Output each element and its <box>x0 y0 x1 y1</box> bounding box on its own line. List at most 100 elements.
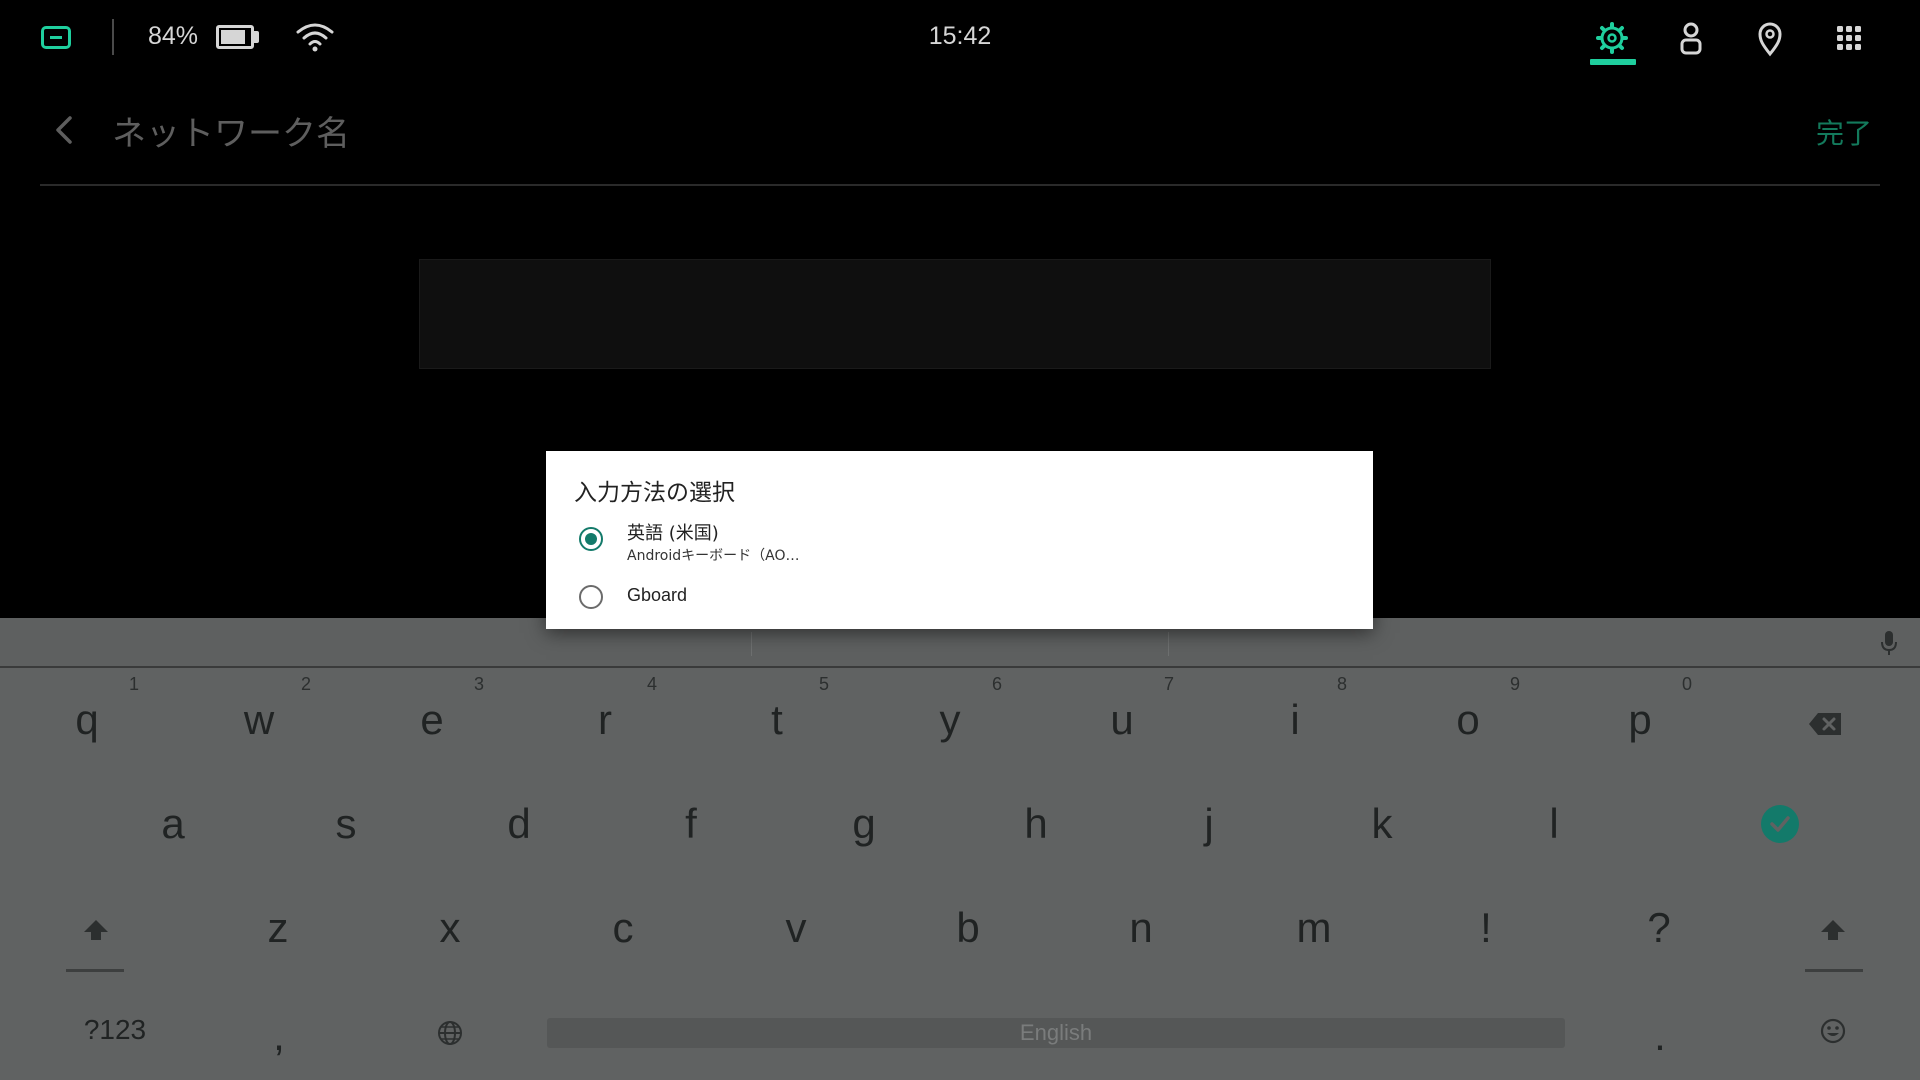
key-hint: 1 <box>128 674 139 694</box>
backspace-icon[interactable] <box>1808 712 1842 736</box>
back-arrow-icon[interactable] <box>48 110 80 150</box>
key-r[interactable]: r4 <box>545 674 665 760</box>
shift-icon[interactable] <box>1819 918 1847 942</box>
key-s[interactable]: s <box>286 784 406 864</box>
key-b[interactable]: b <box>908 888 1028 968</box>
key-label: s <box>335 800 357 847</box>
key-hint: 3 <box>473 674 484 694</box>
key-t[interactable]: t5 <box>717 674 837 760</box>
option-label: 英語 (米国) <box>627 523 719 544</box>
key-label: ? <box>1647 904 1671 951</box>
key-label: w <box>243 696 275 743</box>
space-bar[interactable]: English <box>547 1018 1565 1048</box>
key-label: n <box>1129 904 1153 951</box>
done-button[interactable]: 完了 <box>1816 112 1872 152</box>
key-label: u <box>1110 696 1134 743</box>
key-c[interactable]: c <box>563 888 683 968</box>
suggestion-divider <box>1168 632 1169 656</box>
key-label: . <box>1654 1012 1666 1059</box>
dialog-title: 入力方法の選択 <box>574 480 735 506</box>
person-icon[interactable] <box>1671 18 1711 58</box>
suggestion-divider <box>751 632 752 656</box>
key-v[interactable]: v <box>736 888 856 968</box>
input-method-option-gboard[interactable]: Gboard <box>546 575 1373 623</box>
key-p[interactable]: p0 <box>1580 674 1700 760</box>
key-label: c <box>612 904 634 951</box>
key-m[interactable]: m <box>1254 888 1374 968</box>
key-label: x <box>439 904 461 951</box>
emoji-icon[interactable] <box>1820 1018 1846 1044</box>
key-label: i <box>1290 696 1300 743</box>
key-label: k <box>1371 800 1393 847</box>
app-header: ネットワーク名 完了 <box>40 74 1880 186</box>
radio-selected[interactable] <box>579 527 603 551</box>
key-a[interactable]: a <box>113 784 233 864</box>
key-label: o <box>1456 696 1480 743</box>
key-label: f <box>685 800 697 847</box>
page-title: ネットワーク名 <box>112 114 350 154</box>
enter-check-icon[interactable] <box>1760 804 1800 844</box>
clock: 15:42 <box>928 22 992 50</box>
key-label: b <box>956 904 980 951</box>
key-question[interactable]: ? <box>1599 888 1719 968</box>
key-q[interactable]: q1 <box>27 674 147 760</box>
key-g[interactable]: g <box>804 784 924 864</box>
key-label: p <box>1628 696 1652 743</box>
key-label: y <box>939 696 961 743</box>
key-k[interactable]: k <box>1322 784 1442 864</box>
location-pin-icon[interactable] <box>1750 18 1790 58</box>
key-h[interactable]: h <box>976 784 1096 864</box>
gear-icon[interactable] <box>1592 18 1632 58</box>
symbols-key[interactable]: ?123 <box>60 1014 170 1046</box>
globe-icon[interactable] <box>437 1020 463 1046</box>
key-hint: 9 <box>1509 674 1520 694</box>
shift-underline <box>1805 969 1863 972</box>
key-label: d <box>507 800 531 847</box>
input-method-option-english[interactable]: 英語 (米国) Androidキーボード（AO… <box>546 513 1373 573</box>
key-z[interactable]: z <box>218 888 338 968</box>
soft-keyboard: q1 w2 e3 r4 t5 y6 u7 i8 o9 p0 a s d f g … <box>0 618 1920 1080</box>
key-w[interactable]: w2 <box>199 674 319 760</box>
key-i[interactable]: i8 <box>1235 674 1355 760</box>
key-n[interactable]: n <box>1081 888 1201 968</box>
key-hint: 0 <box>1681 674 1692 694</box>
status-bar: 84% 15:42 <box>0 0 1920 74</box>
key-label: a <box>161 800 185 847</box>
key-u[interactable]: u7 <box>1062 674 1182 760</box>
shift-underline <box>66 969 124 972</box>
key-label: g <box>852 800 876 847</box>
key-f[interactable]: f <box>631 784 751 864</box>
option-sublabel: Androidキーボード（AO… <box>627 548 800 564</box>
key-label: r <box>598 696 612 743</box>
key-hint: 7 <box>1163 674 1174 694</box>
key-l[interactable]: l <box>1494 784 1614 864</box>
radio-unselected[interactable] <box>579 585 603 609</box>
key-label: m <box>1296 904 1332 951</box>
key-label: l <box>1549 800 1559 847</box>
microphone-icon[interactable] <box>1880 630 1898 656</box>
network-name-input[interactable] <box>419 259 1491 369</box>
key-label: , <box>273 1012 285 1059</box>
key-hint: 6 <box>991 674 1002 694</box>
key-j[interactable]: j <box>1149 784 1269 864</box>
key-hint: 2 <box>300 674 311 694</box>
apps-grid-icon[interactable] <box>1829 18 1869 58</box>
key-x[interactable]: x <box>390 888 510 968</box>
key-period[interactable]: . <box>1600 996 1720 1076</box>
input-method-dialog: 入力方法の選択 英語 (米国) Androidキーボード（AO… Gboard <box>546 451 1373 629</box>
key-hint: 8 <box>1336 674 1347 694</box>
key-comma[interactable]: , <box>219 996 339 1076</box>
key-y[interactable]: y6 <box>890 674 1010 760</box>
key-d[interactable]: d <box>459 784 579 864</box>
active-tab-indicator <box>1590 59 1636 65</box>
key-label: e <box>420 696 444 743</box>
key-e[interactable]: e3 <box>372 674 492 760</box>
key-exclamation[interactable]: ! <box>1426 888 1546 968</box>
key-hint: 5 <box>818 674 829 694</box>
key-o[interactable]: o9 <box>1408 674 1528 760</box>
shift-icon[interactable] <box>82 918 110 942</box>
key-label: j <box>1204 800 1214 847</box>
option-label: Gboard <box>627 585 688 605</box>
key-label: z <box>267 904 289 951</box>
key-label: ! <box>1480 904 1492 951</box>
